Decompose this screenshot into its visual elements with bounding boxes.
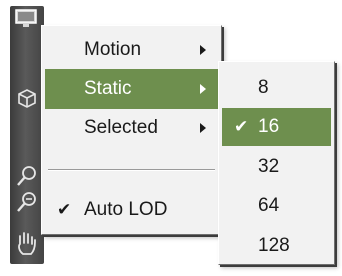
zoom-out-icon[interactable] (15, 190, 39, 214)
menu-item-selected[interactable]: Selected (45, 108, 218, 148)
submenu-item-64[interactable]: 64 (222, 187, 331, 225)
submenu-item-128[interactable]: 128 (222, 227, 331, 265)
main-menu: Motion Static Selected ✔ Auto LOD (41, 25, 222, 235)
submenu-item-label: 128 (258, 235, 290, 256)
menu-separator (48, 169, 215, 171)
checkmark-icon: ✔ (234, 117, 249, 136)
menu-item-auto-lod[interactable]: ✔ Auto LOD (45, 190, 218, 230)
monitor-icon[interactable] (14, 8, 40, 30)
checkmark-icon: ✔ (57, 200, 72, 219)
submenu-arrow-icon (200, 45, 206, 55)
submenu-arrow-icon (200, 123, 206, 133)
zoom-icon[interactable] (15, 164, 39, 188)
cube-icon[interactable] (15, 86, 39, 110)
submenu-item-label: 64 (258, 195, 280, 216)
submenu-item-32[interactable]: 32 (222, 148, 331, 186)
submenu-item-label: 8 (258, 77, 269, 98)
menu-item-label: Selected (84, 117, 158, 138)
submenu-item-label: 32 (258, 156, 280, 177)
menu-item-label: Auto LOD (84, 199, 168, 220)
toolbar (10, 6, 44, 264)
menu-item-static[interactable]: Static (45, 69, 218, 109)
submenu-item-8[interactable]: 8 (222, 69, 331, 107)
menu-item-label: Static (84, 78, 132, 99)
submenu-item-label: 16 (258, 116, 280, 137)
static-submenu: 8 ✔ 16 32 64 128 (218, 61, 335, 265)
menu-item-label: Motion (84, 39, 142, 60)
pan-hand-icon[interactable] (14, 230, 40, 258)
submenu-arrow-icon (200, 84, 206, 94)
menu-item-motion[interactable]: Motion (45, 30, 218, 70)
submenu-item-16[interactable]: ✔ 16 (222, 108, 331, 146)
